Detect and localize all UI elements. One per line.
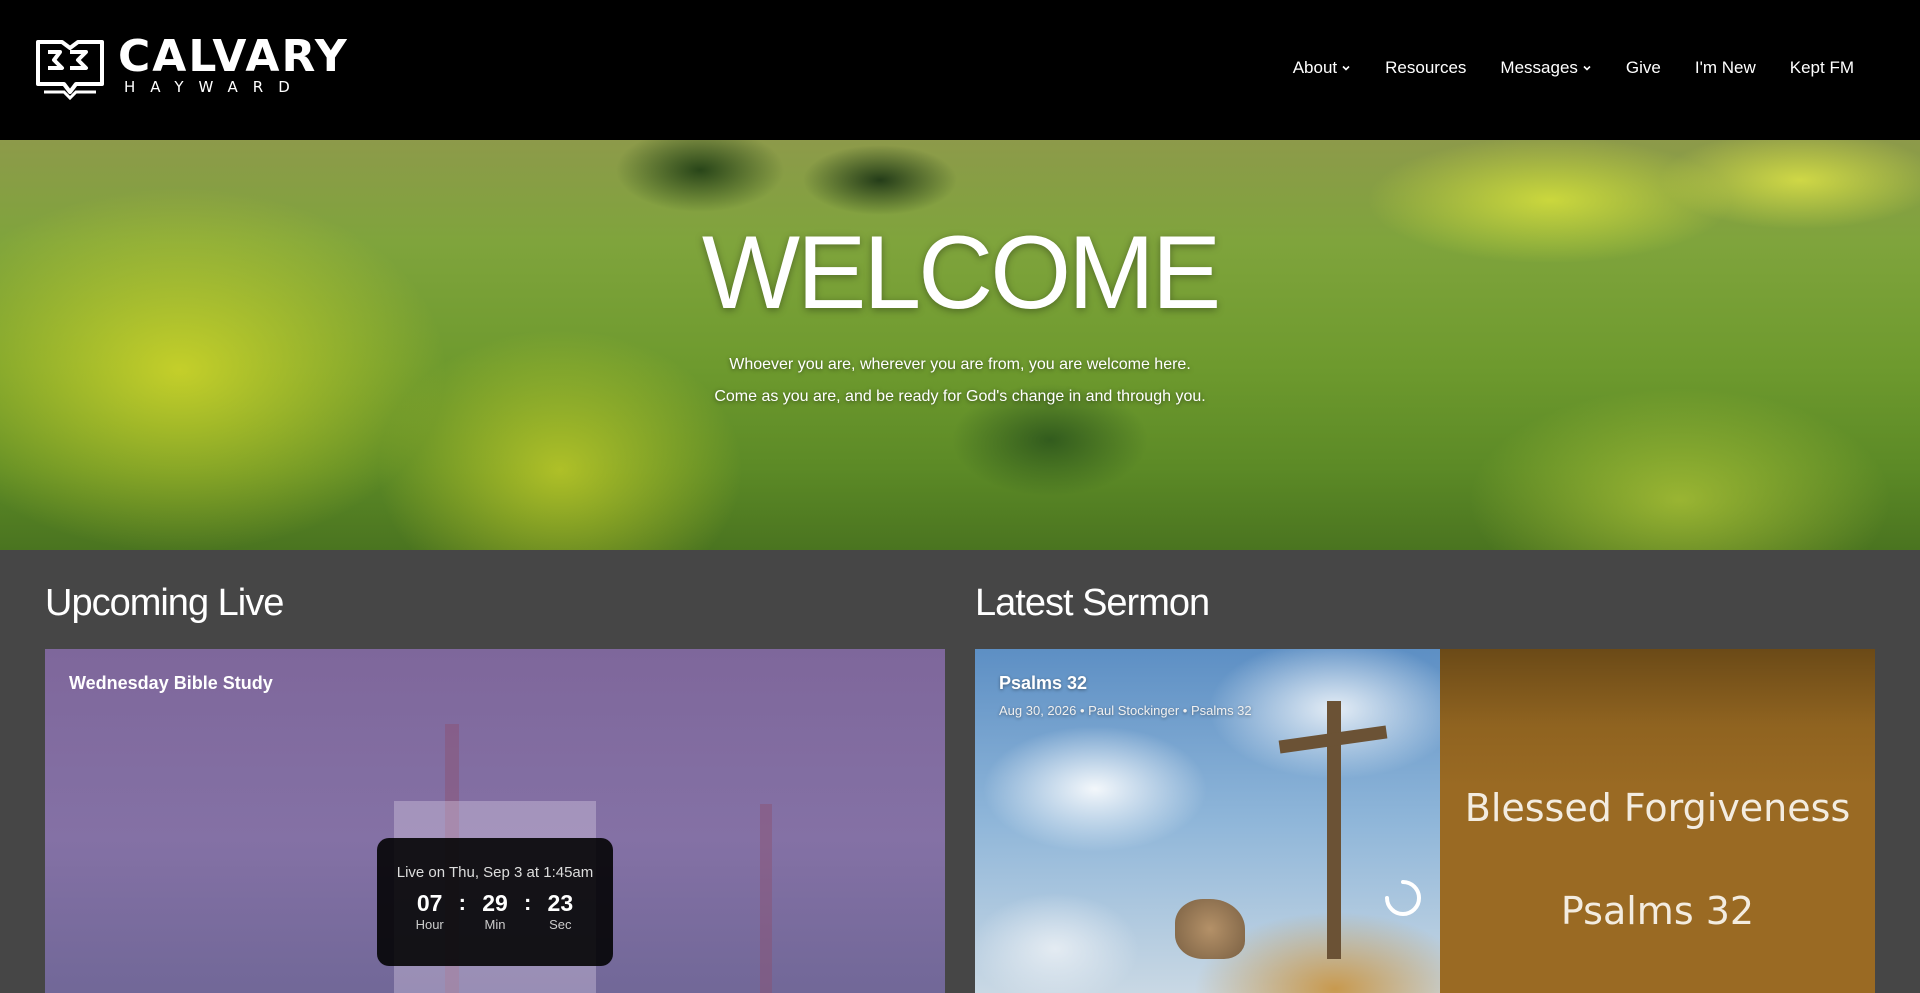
chevron-down-icon — [1583, 65, 1591, 71]
countdown-separator: : — [458, 890, 466, 915]
main-nav: About Resources Messages Give I'm New Ke… — [1293, 58, 1854, 78]
sermon-artwork-panel: Blessed Forgiveness Psalms 32 — [1440, 649, 1875, 993]
nav-about[interactable]: About — [1293, 58, 1351, 78]
hero-banner: WELCOME Whoever you are, wherever you ar… — [0, 140, 1920, 550]
hero-line-1: Whoever you are, wherever you are from, … — [729, 356, 1191, 373]
chevron-down-icon — [1342, 65, 1350, 71]
open-book-logo-icon — [36, 40, 104, 100]
nav-messages-label: Messages — [1500, 58, 1578, 77]
nav-resources[interactable]: Resources — [1385, 58, 1466, 78]
calvary-logo[interactable]: CALVARY HAYWARD — [34, 34, 349, 100]
upcoming-live-heading: Upcoming Live — [45, 582, 284, 624]
nav-resources-label: Resources — [1385, 58, 1467, 77]
countdown-seconds-label: Sec — [549, 917, 572, 932]
artwork-title: Blessed Forgiveness — [1464, 786, 1851, 830]
countdown-minutes: 29 — [482, 890, 508, 916]
upcoming-live-card[interactable]: Wednesday Bible Study Live on Thu, Sep 3… — [45, 649, 945, 993]
hero-line-2: Come as you are, and be ready for God's … — [714, 388, 1206, 405]
nav-im-new-label: I'm New — [1694, 58, 1756, 77]
latest-sermon-card[interactable]: Blessed Forgiveness Psalms 32 Psalms 32 … — [975, 649, 1875, 993]
nav-kept-fm[interactable]: Kept FM — [1790, 58, 1854, 78]
hero-title: WELCOME — [701, 215, 1221, 331]
figure-image — [1175, 899, 1245, 959]
nav-give[interactable]: Give — [1626, 58, 1661, 78]
latest-sermon-heading: Latest Sermon — [975, 582, 1210, 624]
nav-messages[interactable]: Messages — [1500, 58, 1591, 78]
sermon-meta: Aug 30, 2026 • Paul Stockinger • Psalms … — [999, 703, 1252, 718]
logo-name: CALVARY — [118, 31, 349, 82]
sermon-artwork-image — [975, 649, 1440, 993]
countdown-hours-label: Hour — [415, 917, 444, 932]
countdown-hours: 07 — [416, 890, 443, 916]
nav-give-label: Give — [1625, 58, 1661, 77]
countdown-separator: : — [524, 890, 532, 915]
countdown-minutes-label: Min — [484, 917, 506, 932]
nav-kept-fm-label: Kept FM — [1789, 58, 1854, 77]
nav-about-label: About — [1292, 58, 1338, 77]
countdown-seconds: 23 — [547, 890, 574, 916]
nav-im-new[interactable]: I'm New — [1695, 58, 1756, 78]
loading-spinner-icon — [1385, 880, 1421, 916]
bridge-tower-image — [760, 804, 772, 993]
artwork-subtitle: Psalms 32 — [1560, 889, 1755, 933]
countdown-label: Live on Thu, Sep 3 at 1:45am — [396, 864, 594, 881]
live-event-title: Wednesday Bible Study — [69, 673, 273, 693]
site-header: CALVARY HAYWARD About Resources Messages… — [0, 0, 1920, 140]
countdown-timer: Live on Thu, Sep 3 at 1:45am 07 Hour : 2… — [377, 838, 613, 966]
sermon-title: Psalms 32 — [999, 673, 1088, 693]
